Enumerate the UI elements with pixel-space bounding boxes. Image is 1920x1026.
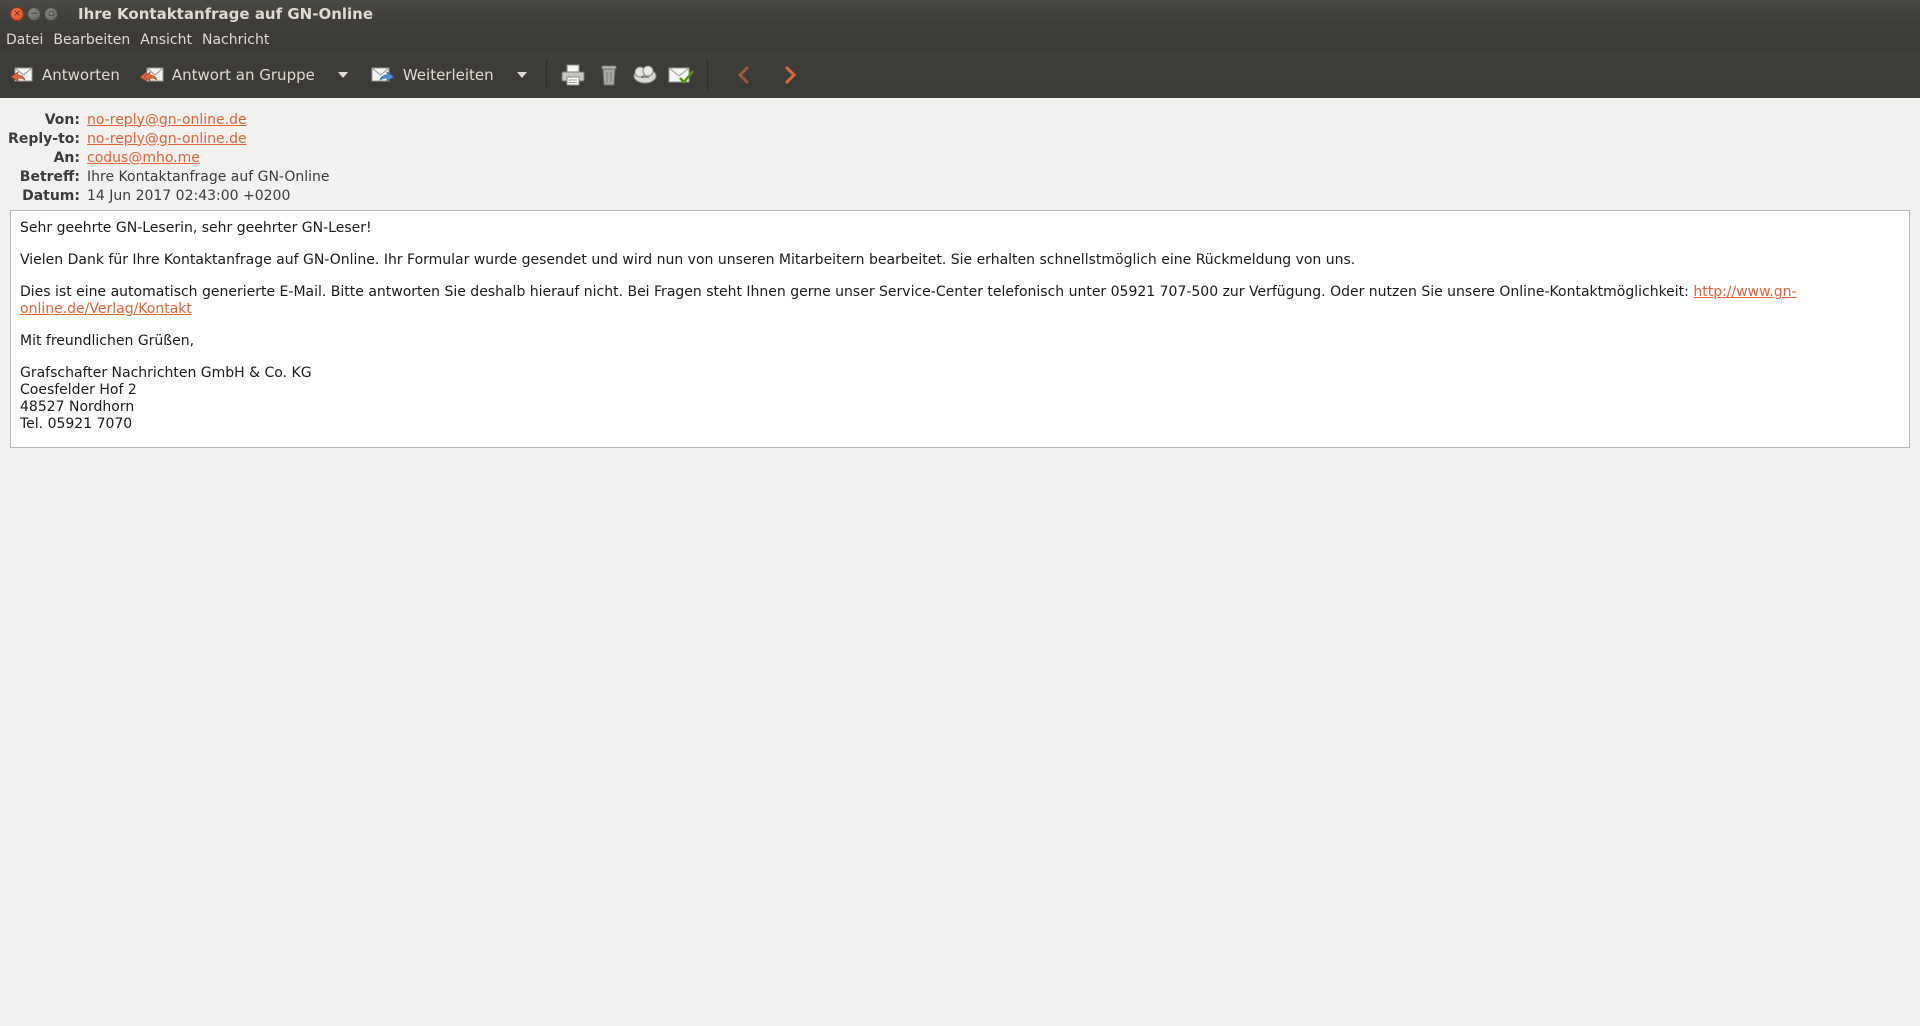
contact-link-part2: online.de/Verlag/Kontakt xyxy=(20,301,192,317)
menu-datei[interactable]: Datei xyxy=(1,32,48,48)
signature-street: Coesfelder Hof 2 xyxy=(20,382,137,398)
menu-bar: Datei Bearbeiten Ansicht Nachricht xyxy=(0,28,1920,52)
maximize-window-button[interactable]: ▫ xyxy=(44,7,58,21)
minimize-icon: − xyxy=(30,8,38,19)
paragraph-2-text: Dies ist eine automatisch generierte E-M… xyxy=(20,284,1694,300)
reply-to-label: Reply-to: xyxy=(8,130,80,147)
close-window-button[interactable]: × xyxy=(10,7,24,21)
reply-icon xyxy=(10,63,34,87)
junk-icon xyxy=(633,65,657,84)
reply-button[interactable]: Antworten xyxy=(4,55,126,95)
delete-button[interactable] xyxy=(591,55,627,95)
maximize-icon: ▫ xyxy=(47,8,55,19)
mark-read-icon xyxy=(668,67,694,84)
message-headers: Von: no-reply@gn-online.de Reply-to: no-… xyxy=(0,110,1920,205)
from-label: Von: xyxy=(44,111,80,128)
junk-button[interactable] xyxy=(627,55,663,95)
paragraph-2: Dies ist eine automatisch generierte E-M… xyxy=(20,284,1900,318)
next-arrow-icon xyxy=(784,65,796,85)
signature-company: Grafschafter Nachrichten GmbH & Co. KG xyxy=(20,365,312,381)
menu-ansicht[interactable]: Ansicht xyxy=(135,32,197,48)
reply-label: Antworten xyxy=(42,66,120,84)
previous-message-button[interactable] xyxy=(726,55,762,95)
window-controls: × − ▫ xyxy=(10,7,58,21)
from-address-link[interactable]: no-reply@gn-online.de xyxy=(87,112,247,128)
toolbar: Antworten Antwort an Gruppe Weiterleiten xyxy=(0,52,1920,98)
header-date: Datum: 14 Jun 2017 02:43:00 +0200 xyxy=(0,186,1920,205)
closing-text: Mit freundlichen Grüßen, xyxy=(20,333,195,349)
previous-arrow-icon xyxy=(737,65,749,85)
next-message-button[interactable] xyxy=(772,55,808,95)
close-icon: × xyxy=(13,8,21,19)
date-label: Datum: xyxy=(22,187,80,204)
date-value: 14 Jun 2017 02:43:00 +0200 xyxy=(87,187,291,204)
header-to: An: codus@mho.me xyxy=(0,148,1920,167)
trash-icon xyxy=(601,65,617,86)
header-reply-to: Reply-to: no-reply@gn-online.de xyxy=(0,129,1920,148)
greeting-text: Sehr geehrte GN-Leserin, sehr geehrter G… xyxy=(20,220,372,236)
reply-group-dropdown[interactable] xyxy=(333,55,353,95)
chevron-down-icon xyxy=(337,72,348,78)
signature-phone: Tel. 05921 7070 xyxy=(20,416,133,432)
reply-all-icon xyxy=(139,63,164,87)
toolbar-separator xyxy=(545,59,547,91)
paragraph-1: Vielen Dank für Ihre Kontaktanfrage auf … xyxy=(20,252,1356,268)
toolbar-separator xyxy=(706,59,708,91)
mark-read-button[interactable] xyxy=(663,55,699,95)
forward-label: Weiterleiten xyxy=(402,66,494,84)
reply-group-button[interactable]: Antwort an Gruppe xyxy=(134,55,321,95)
header-from: Von: no-reply@gn-online.de xyxy=(0,110,1920,129)
window-title: Ihre Kontaktanfrage auf GN-Online xyxy=(78,5,374,23)
title-bar: × − ▫ Ihre Kontaktanfrage auf GN-Online xyxy=(0,0,1920,28)
header-subject: Betreff: Ihre Kontaktanfrage auf GN-Onli… xyxy=(0,167,1920,186)
print-button[interactable] xyxy=(555,55,591,95)
forward-button[interactable]: Weiterleiten xyxy=(365,55,500,95)
to-address-link[interactable]: codus@mho.me xyxy=(87,150,200,166)
message-body: Sehr geehrte GN-Leserin, sehr geehrter G… xyxy=(10,210,1910,448)
menu-bearbeiten[interactable]: Bearbeiten xyxy=(48,32,135,48)
menu-nachricht[interactable]: Nachricht xyxy=(197,32,274,48)
minimize-window-button[interactable]: − xyxy=(27,7,41,21)
contact-link-part1: http://www.gn- xyxy=(1693,284,1797,300)
subject-label: Betreff: xyxy=(19,168,80,185)
forward-icon xyxy=(371,63,395,87)
print-icon xyxy=(561,64,585,86)
chevron-down-icon xyxy=(516,72,527,78)
reply-to-address-link[interactable]: no-reply@gn-online.de xyxy=(87,131,247,147)
to-label: An: xyxy=(53,149,80,166)
reply-group-label: Antwort an Gruppe xyxy=(171,66,315,84)
subject-value: Ihre Kontaktanfrage auf GN-Online xyxy=(87,168,330,185)
forward-dropdown[interactable] xyxy=(512,55,532,95)
signature-city: 48527 Nordhorn xyxy=(20,399,135,415)
